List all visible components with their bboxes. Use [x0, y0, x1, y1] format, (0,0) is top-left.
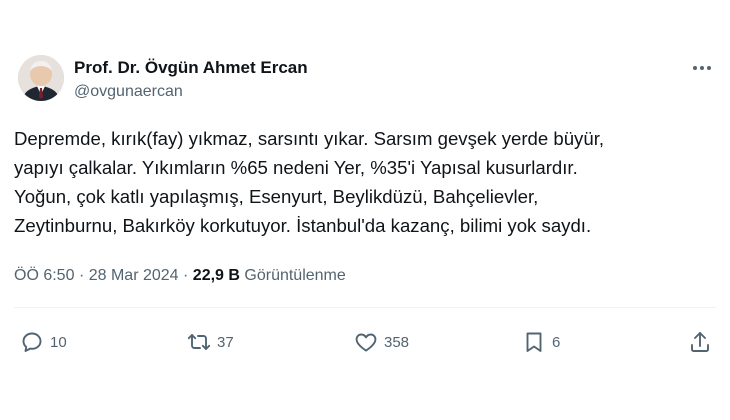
retweet-icon [187, 334, 211, 350]
tweet-line: Zeytinburnu, Bakırköy korkutuyor. İstanb… [14, 215, 592, 236]
tweet-date[interactable]: 28 Mar 2024 [89, 267, 179, 284]
tweet-meta: ÖÖ 6:50 · 28 Mar 2024 · 22,9 B Görüntüle… [14, 267, 346, 285]
bookmark-icon [526, 332, 542, 352]
share-button[interactable] [688, 327, 712, 357]
retweet-count: 37 [217, 333, 234, 351]
reply-icon [22, 332, 42, 352]
action-bar: 10 37 358 6 [0, 327, 730, 357]
like-icon [355, 333, 377, 352]
avatar-image [18, 55, 64, 101]
tweet-time[interactable]: ÖÖ 6:50 [14, 267, 74, 284]
more-icon[interactable] [690, 58, 714, 78]
retweet-button[interactable]: 37 [187, 327, 234, 357]
author-handle[interactable]: @ovgunaercan [74, 83, 183, 101]
tweet-line: Yoğun, çok katlı yapılaşmış, Esenyurt, B… [14, 186, 539, 207]
tweet-card: Prof. Dr. Övgün Ahmet Ercan @ovgunaercan… [0, 0, 730, 420]
reply-button[interactable]: 10 [20, 327, 67, 357]
meta-separator: · [78, 267, 85, 284]
tweet-line: yapıyı çalkalar. Yıkımların %65 nedeni Y… [14, 157, 578, 178]
reply-count: 10 [50, 333, 67, 351]
bookmark-count: 6 [552, 333, 561, 351]
views-label: Görüntülenme [244, 267, 346, 284]
tweet-line: Depremde, kırık(fay) yıkmaz, sarsıntı yı… [14, 128, 605, 149]
avatar[interactable] [18, 55, 64, 101]
meta-separator: · [183, 267, 189, 284]
divider [14, 307, 716, 308]
tweet-text: Depremde, kırık(fay) yıkmaz, sarsıntı yı… [14, 124, 719, 240]
share-icon [691, 332, 709, 352]
views-count: 22,9 B [192, 267, 240, 284]
like-button[interactable]: 358 [354, 327, 409, 357]
bookmark-button[interactable]: 6 [522, 327, 560, 357]
author-name[interactable]: Prof. Dr. Övgün Ahmet Ercan [74, 58, 308, 78]
like-count: 358 [384, 333, 410, 351]
